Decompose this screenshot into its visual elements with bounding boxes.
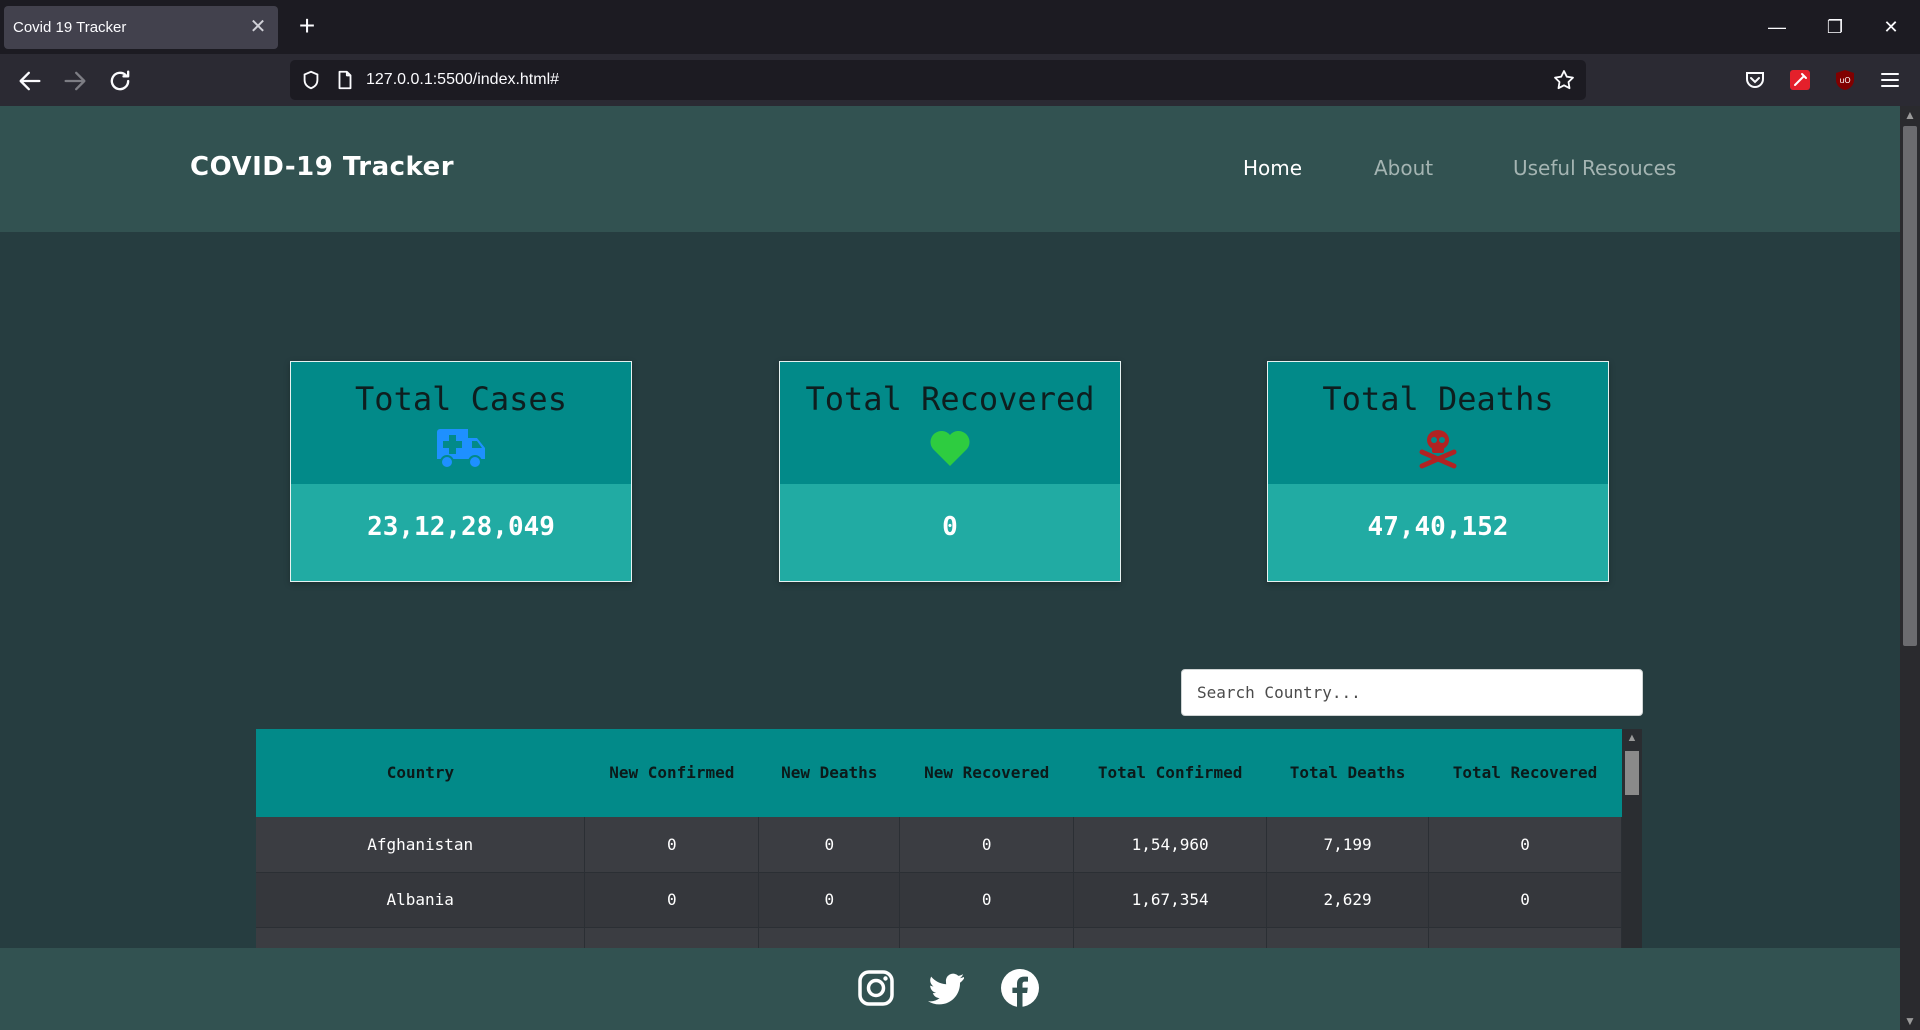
window-close-icon[interactable]: ✕ xyxy=(1876,12,1906,42)
card-header: Total Recovered xyxy=(780,362,1120,484)
table-cell: 0 xyxy=(584,817,760,873)
scroll-down-icon[interactable]: ▼ xyxy=(1900,1012,1920,1030)
card-header: Total Deaths xyxy=(1268,362,1608,484)
table-scrollbar-thumb[interactable] xyxy=(1625,751,1639,795)
page-icon xyxy=(338,70,352,90)
table-row: Afghanistan 0 0 0 1,54,960 7,199 0 xyxy=(256,817,1622,873)
card-value: 23,12,28,049 xyxy=(367,512,555,542)
table-cell: Afghanistan xyxy=(256,817,586,873)
table-cell: 0 xyxy=(899,817,1075,873)
countries-table: Country New Confirmed New Deaths New Rec… xyxy=(256,729,1642,956)
table-cell: 0 xyxy=(758,872,901,928)
color-picker-extension-icon[interactable] xyxy=(1788,68,1812,92)
page-scrollbar[interactable]: ▲ ▼ xyxy=(1900,106,1920,1030)
table-row: Albania 0 0 0 1,67,354 2,629 0 xyxy=(256,872,1622,928)
total-recovered-card: Total Recovered 0 xyxy=(779,361,1121,582)
card-title: Total Recovered xyxy=(805,380,1095,418)
scroll-up-icon[interactable]: ▲ xyxy=(1622,729,1642,747)
page-viewport: COVID-19 Tracker Home About Useful Resou… xyxy=(0,106,1900,1030)
table-cell: 0 xyxy=(758,817,901,873)
page-scrollbar-thumb[interactable] xyxy=(1903,126,1917,646)
site-header: COVID-19 Tracker Home About Useful Resou… xyxy=(0,106,1900,232)
scroll-up-icon[interactable]: ▲ xyxy=(1900,106,1920,124)
shield-icon[interactable] xyxy=(300,69,322,91)
table-cell: 0 xyxy=(1428,872,1622,928)
table-cell: 0 xyxy=(899,872,1075,928)
back-icon[interactable] xyxy=(16,67,44,95)
minimize-icon[interactable]: — xyxy=(1762,12,1792,42)
total-cases-card: Total Cases 23,12,28,049 xyxy=(290,361,632,582)
reload-icon[interactable] xyxy=(106,67,134,95)
site-logo[interactable]: COVID-19 Tracker xyxy=(190,152,454,182)
column-header-country[interactable]: Country xyxy=(256,729,585,817)
address-bar[interactable]: 127.0.0.1:5500/index.html# xyxy=(290,60,1586,100)
heart-icon xyxy=(930,430,970,466)
table-cell: 7,199 xyxy=(1266,817,1430,873)
ambulance-icon xyxy=(437,429,485,469)
nav-link-about[interactable]: About xyxy=(1374,156,1433,180)
table-cell: 0 xyxy=(1428,817,1622,873)
browser-nav-bar: 127.0.0.1:5500/index.html# uO xyxy=(0,54,1920,106)
column-header-total-confirmed[interactable]: Total Confirmed xyxy=(1073,729,1267,817)
site-footer xyxy=(0,948,1900,1030)
svg-text:uO: uO xyxy=(1839,76,1850,85)
table-cell: 1,54,960 xyxy=(1073,817,1268,873)
forward-icon[interactable] xyxy=(61,67,89,95)
url-text[interactable]: 127.0.0.1:5500/index.html# xyxy=(366,71,559,89)
table-cell: 1,67,354 xyxy=(1073,872,1268,928)
bookmark-star-icon[interactable] xyxy=(1552,68,1576,92)
tab-title: Covid 19 Tracker xyxy=(13,19,127,36)
card-title: Total Deaths xyxy=(1322,380,1554,418)
browser-tab[interactable]: Covid 19 Tracker ✕ xyxy=(4,6,278,49)
pocket-icon[interactable] xyxy=(1743,68,1767,92)
card-value: 47,40,152 xyxy=(1367,512,1509,542)
browser-tab-bar: Covid 19 Tracker ✕ + — ❐ ✕ xyxy=(0,0,1920,54)
nav-link-useful-resources[interactable]: Useful Resouces xyxy=(1513,156,1676,180)
instagram-icon[interactable] xyxy=(856,968,896,1008)
nav-link-home[interactable]: Home xyxy=(1243,156,1302,180)
card-value: 0 xyxy=(942,512,958,542)
total-deaths-card: Total Deaths 47,40,152 xyxy=(1267,361,1609,582)
column-header-new-deaths[interactable]: New Deaths xyxy=(758,729,900,817)
close-tab-icon[interactable]: ✕ xyxy=(246,15,270,39)
card-header: Total Cases xyxy=(291,362,631,484)
column-header-total-deaths[interactable]: Total Deaths xyxy=(1266,729,1429,817)
table-cell: Albania xyxy=(256,872,586,928)
table-cell: 0 xyxy=(584,872,760,928)
facebook-icon[interactable] xyxy=(1000,968,1040,1008)
card-title: Total Cases xyxy=(355,380,567,418)
new-tab-icon[interactable]: + xyxy=(292,12,322,42)
ublock-origin-icon[interactable]: uO xyxy=(1833,68,1857,92)
column-header-new-recovered[interactable]: New Recovered xyxy=(899,729,1074,817)
twitter-icon[interactable] xyxy=(926,968,966,1008)
table-cell: 2,629 xyxy=(1266,872,1430,928)
table-scrollbar[interactable]: ▲ xyxy=(1622,729,1642,956)
restore-icon[interactable]: ❐ xyxy=(1820,12,1850,42)
skull-crossbones-icon xyxy=(1419,430,1457,469)
column-header-new-confirmed[interactable]: New Confirmed xyxy=(584,729,759,817)
menu-icon[interactable] xyxy=(1878,68,1902,92)
search-country-input[interactable] xyxy=(1181,669,1643,716)
column-header-total-recovered[interactable]: Total Recovered xyxy=(1428,729,1622,817)
